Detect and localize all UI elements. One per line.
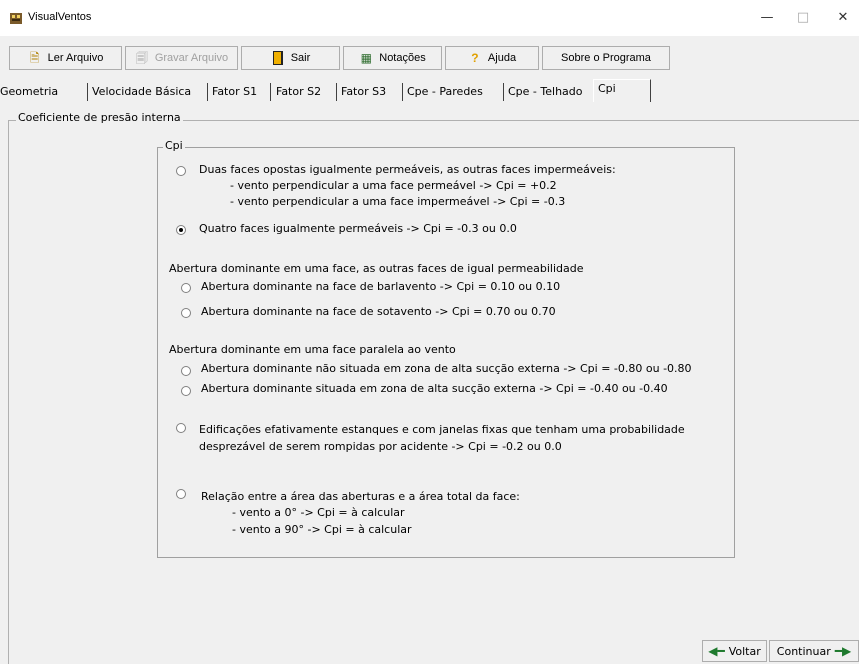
save-file-button[interactable]: 🗐 Gravar Arquivo (125, 46, 238, 70)
option-two-opposite-faces-sub1: - vento perpendicular a uma face permeáv… (230, 179, 557, 192)
option-two-opposite-faces-sub2: - vento perpendicular a uma face imperme… (230, 195, 566, 208)
save-file-icon: 🗐 (135, 51, 148, 65)
radio-sealed-buildings[interactable] (176, 423, 186, 433)
radio-four-faces[interactable] (176, 225, 186, 235)
exit-button[interactable]: Sair (241, 46, 340, 70)
continue-label: Continuar (776, 644, 831, 658)
option-two-opposite-faces-label: Duas faces opostas igualmente permeáveis… (199, 163, 616, 176)
radio-opening-area-ratio[interactable] (176, 489, 186, 499)
tab-fator-s2[interactable]: Fator S2 (276, 83, 321, 101)
option-sealed-buildings-line2: desprezável de serem rompidas por aciden… (199, 440, 562, 453)
open-file-icon: 🗎 (29, 51, 40, 65)
option-opening-area-ratio-sub1: - vento a 0° -> Cpi = à calcular (232, 506, 405, 519)
option-not-high-suction-label: Abertura dominante não situada em zona d… (201, 362, 692, 375)
tab-bar: Geometria Velocidade Básica Fator S1 Fat… (0, 79, 859, 102)
internal-pressure-group-title: Coeficiente de presão interna (16, 111, 183, 124)
open-file-button[interactable]: 🗎 Ler Arquivo (9, 46, 122, 70)
tab-cpe-paredes[interactable]: Cpe - Paredes (407, 83, 483, 101)
help-icon: ? (471, 51, 479, 65)
section-parallel-face-label: Abertura dominante em uma face paralela … (169, 343, 456, 356)
exit-door-icon (271, 51, 285, 65)
option-high-suction-label: Abertura dominante situada em zona de al… (201, 382, 668, 395)
option-sealed-buildings-line1: Edificações efativamente estanques e com… (199, 423, 685, 436)
back-label: Voltar (728, 644, 761, 658)
help-button[interactable]: ? Ajuda (445, 46, 539, 70)
tab-divider (207, 83, 208, 101)
continue-button[interactable]: Continuar ━▶ (769, 640, 859, 662)
about-label: Sobre o Programa (561, 52, 651, 64)
cpi-group-title: Cpi (163, 139, 185, 152)
notations-label: Notações (379, 52, 426, 64)
toolbar: 🗎 Ler Arquivo 🗐 Gravar Arquivo Sair ▦ No… (0, 36, 859, 70)
exit-label: Sair (290, 52, 311, 64)
radio-high-suction[interactable] (181, 386, 191, 396)
close-button[interactable]: ✕ (828, 8, 858, 28)
notes-icon: ▦ (360, 51, 372, 65)
radio-not-high-suction[interactable] (181, 366, 191, 376)
tab-velocidade-basica[interactable]: Velocidade Básica (92, 83, 191, 101)
back-button[interactable]: ◀━ Voltar (702, 640, 767, 662)
option-opening-area-ratio-sub2: - vento a 90° -> Cpi = à calcular (232, 523, 412, 536)
window-title: VisualVentos (28, 11, 92, 23)
tab-fator-s1[interactable]: Fator S1 (212, 83, 257, 101)
radio-two-opposite-faces[interactable] (176, 166, 186, 176)
tab-divider (503, 83, 504, 101)
help-label: Ajuda (487, 52, 517, 64)
app-icon (10, 13, 22, 24)
save-file-label: Gravar Arquivo (154, 52, 229, 64)
option-opening-area-ratio-label: Relação entre a área das aberturas e a á… (201, 490, 520, 503)
maximize-button[interactable]: □ (788, 8, 818, 28)
option-four-faces-label: Quatro faces igualmente permeáveis -> Cp… (199, 222, 517, 235)
open-file-label: Ler Arquivo (47, 52, 104, 64)
radio-leeward-opening[interactable] (181, 308, 191, 318)
arrow-right-icon: ━▶ (834, 644, 852, 658)
tab-cpi[interactable]: Cpi (593, 79, 651, 102)
option-leeward-opening-label: Abertura dominante na face de sotavento … (201, 305, 556, 318)
notations-button[interactable]: ▦ Notações (343, 46, 442, 70)
arrow-left-icon: ◀━ (708, 644, 725, 658)
minimize-button[interactable]: — (752, 8, 782, 28)
radio-windward-opening[interactable] (181, 283, 191, 293)
tab-divider (402, 83, 403, 101)
about-button[interactable]: Sobre o Programa (542, 46, 670, 70)
section-dominant-opening-label: Abertura dominante em uma face, as outra… (169, 262, 584, 275)
title-bar: VisualVentos — □ ✕ (0, 0, 859, 36)
tab-cpe-telhado[interactable]: Cpe - Telhado (508, 83, 583, 101)
tab-divider (270, 83, 271, 101)
option-windward-opening-label: Abertura dominante na face de barlavento… (201, 280, 561, 293)
tab-divider (336, 83, 337, 101)
tab-divider (87, 83, 88, 101)
tab-geometria[interactable]: Geometria (0, 83, 58, 101)
tab-fator-s3[interactable]: Fator S3 (341, 83, 386, 101)
